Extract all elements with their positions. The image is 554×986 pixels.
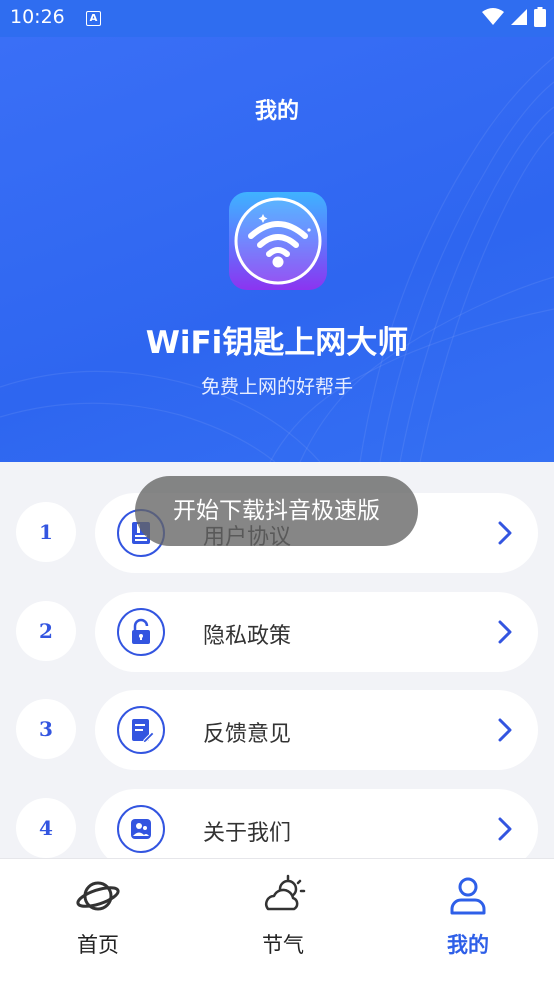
tab-solar-terms[interactable]: 节气 xyxy=(223,869,343,969)
menu-label: 反馈意见 xyxy=(203,722,292,747)
status-icons xyxy=(482,7,546,27)
menu-label: 关于我们 xyxy=(203,821,292,846)
menu-number-badge: 1 xyxy=(16,502,76,562)
profile-header: 我的 WiFi钥匙上网大师 免费上网的好帮手 xyxy=(0,37,554,462)
wifi-signal-icon xyxy=(482,8,504,25)
menu-label: 隐私政策 xyxy=(203,624,292,649)
menu-number-badge: 4 xyxy=(16,798,76,858)
lock-icon xyxy=(117,608,165,656)
chevron-right-icon xyxy=(498,521,512,545)
notification-icon: A xyxy=(86,11,101,26)
toast-message: 开始下载抖音极速版 xyxy=(135,476,418,546)
weather-icon xyxy=(265,874,306,911)
chevron-right-icon xyxy=(498,817,512,841)
menu-item-privacy-policy[interactable]: 2 隐私政策 xyxy=(0,592,554,672)
app-logo xyxy=(229,192,327,290)
menu-number-badge: 3 xyxy=(16,699,76,759)
menu-item-about-us[interactable]: 4 关于我们 xyxy=(0,789,554,858)
status-time: 10:26 xyxy=(10,6,65,28)
page-title: 我的 xyxy=(254,99,299,124)
menu-number-badge: 2 xyxy=(16,601,76,661)
menu-card[interactable]: 反馈意见 xyxy=(95,690,538,770)
people-icon xyxy=(117,805,165,853)
battery-icon xyxy=(534,7,546,27)
planet-icon xyxy=(76,881,120,911)
chevron-right-icon xyxy=(498,718,512,742)
tab-mine[interactable]: 我的 xyxy=(408,869,528,969)
person-icon xyxy=(450,877,486,915)
menu-item-feedback[interactable]: 3 反馈意见 xyxy=(0,690,554,770)
app-name: WiFi钥匙上网大师 xyxy=(145,325,409,361)
tab-label: 节气 xyxy=(262,933,304,957)
edit-note-icon xyxy=(117,706,165,754)
cell-signal-icon xyxy=(511,9,527,25)
tab-label: 首页 xyxy=(77,933,119,957)
bottom-tab-bar: 首页 节气 我的 xyxy=(0,858,554,986)
menu-card[interactable]: 隐私政策 xyxy=(95,592,538,672)
tab-label: 我的 xyxy=(447,933,489,957)
tab-home[interactable]: 首页 xyxy=(38,869,158,969)
wifi-icon xyxy=(234,197,322,285)
chevron-right-icon xyxy=(498,620,512,644)
menu-card[interactable]: 关于我们 xyxy=(95,789,538,858)
status-bar: 10:26 A xyxy=(0,0,554,37)
app-slogan: 免费上网的好帮手 xyxy=(200,376,353,398)
